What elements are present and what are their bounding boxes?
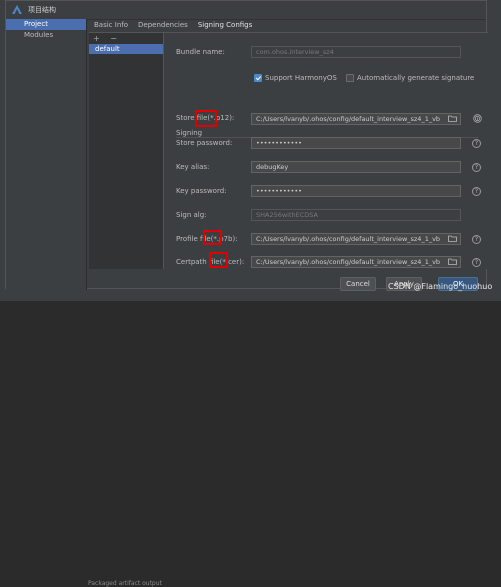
sidebar-item-project[interactable]: Project bbox=[6, 19, 86, 30]
cancel-button[interactable]: Cancel bbox=[340, 277, 376, 291]
folder-icon[interactable] bbox=[448, 115, 457, 122]
store-file-field[interactable]: C:/Users/lvanyb/.ohos/config/default_int… bbox=[251, 113, 461, 125]
profile-file-field[interactable]: C:/Users/lvanyb/.ohos/config/default_int… bbox=[251, 233, 461, 245]
certpath-file-help-icon[interactable]: ? bbox=[472, 258, 481, 267]
csdn-watermark: CSDN @Flamingo_huohuo bbox=[388, 282, 493, 291]
sign-alg-label: Sign alg: bbox=[176, 211, 207, 219]
sidebar-item-modules[interactable]: Modules bbox=[6, 30, 86, 41]
store-password-field[interactable]: •••••••••••• bbox=[251, 137, 461, 149]
profile-file-help-icon[interactable]: ? bbox=[472, 235, 481, 244]
support-harmonyos-label: Support HarmonyOS bbox=[265, 74, 337, 82]
auto-generate-label: Automatically generate signature bbox=[357, 74, 475, 82]
sidebar: Project Modules bbox=[6, 19, 87, 290]
tab-basic-info[interactable]: Basic Info bbox=[89, 19, 133, 32]
store-file-value: C:/Users/lvanyb/.ohos/config/default_int… bbox=[256, 115, 441, 123]
signing-configs-panel: + − default Bundle name: com.ohos.interv… bbox=[89, 32, 488, 269]
certpath-file-field[interactable]: C:/Users/lvanyb/.ohos/config/default_int… bbox=[251, 256, 461, 268]
tab-bar: Basic Info Dependencies Signing Configs bbox=[89, 19, 258, 34]
store-password-label: Store password: bbox=[176, 139, 233, 147]
key-alias-help-icon[interactable]: ? bbox=[472, 163, 481, 172]
config-list: + − default bbox=[89, 33, 164, 269]
sign-alg-field: SHA256withECDSA bbox=[251, 209, 461, 221]
dialog-title: 项目结构 bbox=[28, 6, 56, 14]
certpath-file-value: C:/Users/lvanyb/.ohos/config/default_int… bbox=[256, 258, 441, 266]
tab-dependencies[interactable]: Dependencies bbox=[133, 19, 193, 32]
key-alias-label: Key alias: bbox=[176, 163, 210, 171]
status-strip-text: Packaged artifact output bbox=[88, 580, 162, 587]
dialog-titlebar: 项目结构 bbox=[6, 1, 486, 20]
support-harmonyos-checkbox[interactable] bbox=[254, 74, 262, 82]
highlight-box-cer bbox=[209, 252, 228, 268]
project-structure-dialog: 项目结构 Project Modules Basic Info Dependen… bbox=[5, 0, 488, 291]
bundle-name-field: com.ohos.interview_sz4 bbox=[251, 46, 461, 58]
bundle-name-label: Bundle name: bbox=[176, 48, 225, 56]
auto-generate-checkbox[interactable] bbox=[346, 74, 354, 82]
folder-icon[interactable] bbox=[448, 258, 457, 265]
signing-section-title: Signing bbox=[176, 129, 203, 137]
key-password-label: Key password: bbox=[176, 187, 227, 195]
highlight-box-p7b bbox=[203, 230, 222, 245]
config-item-default[interactable]: default bbox=[89, 44, 163, 54]
app-logo-icon bbox=[12, 5, 22, 14]
folder-icon[interactable] bbox=[448, 235, 457, 242]
key-password-help-icon[interactable]: ? bbox=[472, 187, 481, 196]
store-password-help-icon[interactable]: ? bbox=[472, 139, 481, 148]
highlight-box-p12 bbox=[195, 110, 217, 127]
profile-file-value: C:/Users/lvanyb/.ohos/config/default_int… bbox=[256, 235, 441, 243]
add-remove-config-buttons[interactable]: + − bbox=[93, 34, 121, 43]
key-password-field[interactable]: •••••••••••• bbox=[251, 185, 461, 197]
key-alias-field[interactable]: debugKey bbox=[251, 161, 461, 173]
signing-form: Bundle name: com.ohos.interview_sz4 Supp… bbox=[166, 33, 488, 269]
fingerprint-icon[interactable] bbox=[473, 114, 482, 123]
